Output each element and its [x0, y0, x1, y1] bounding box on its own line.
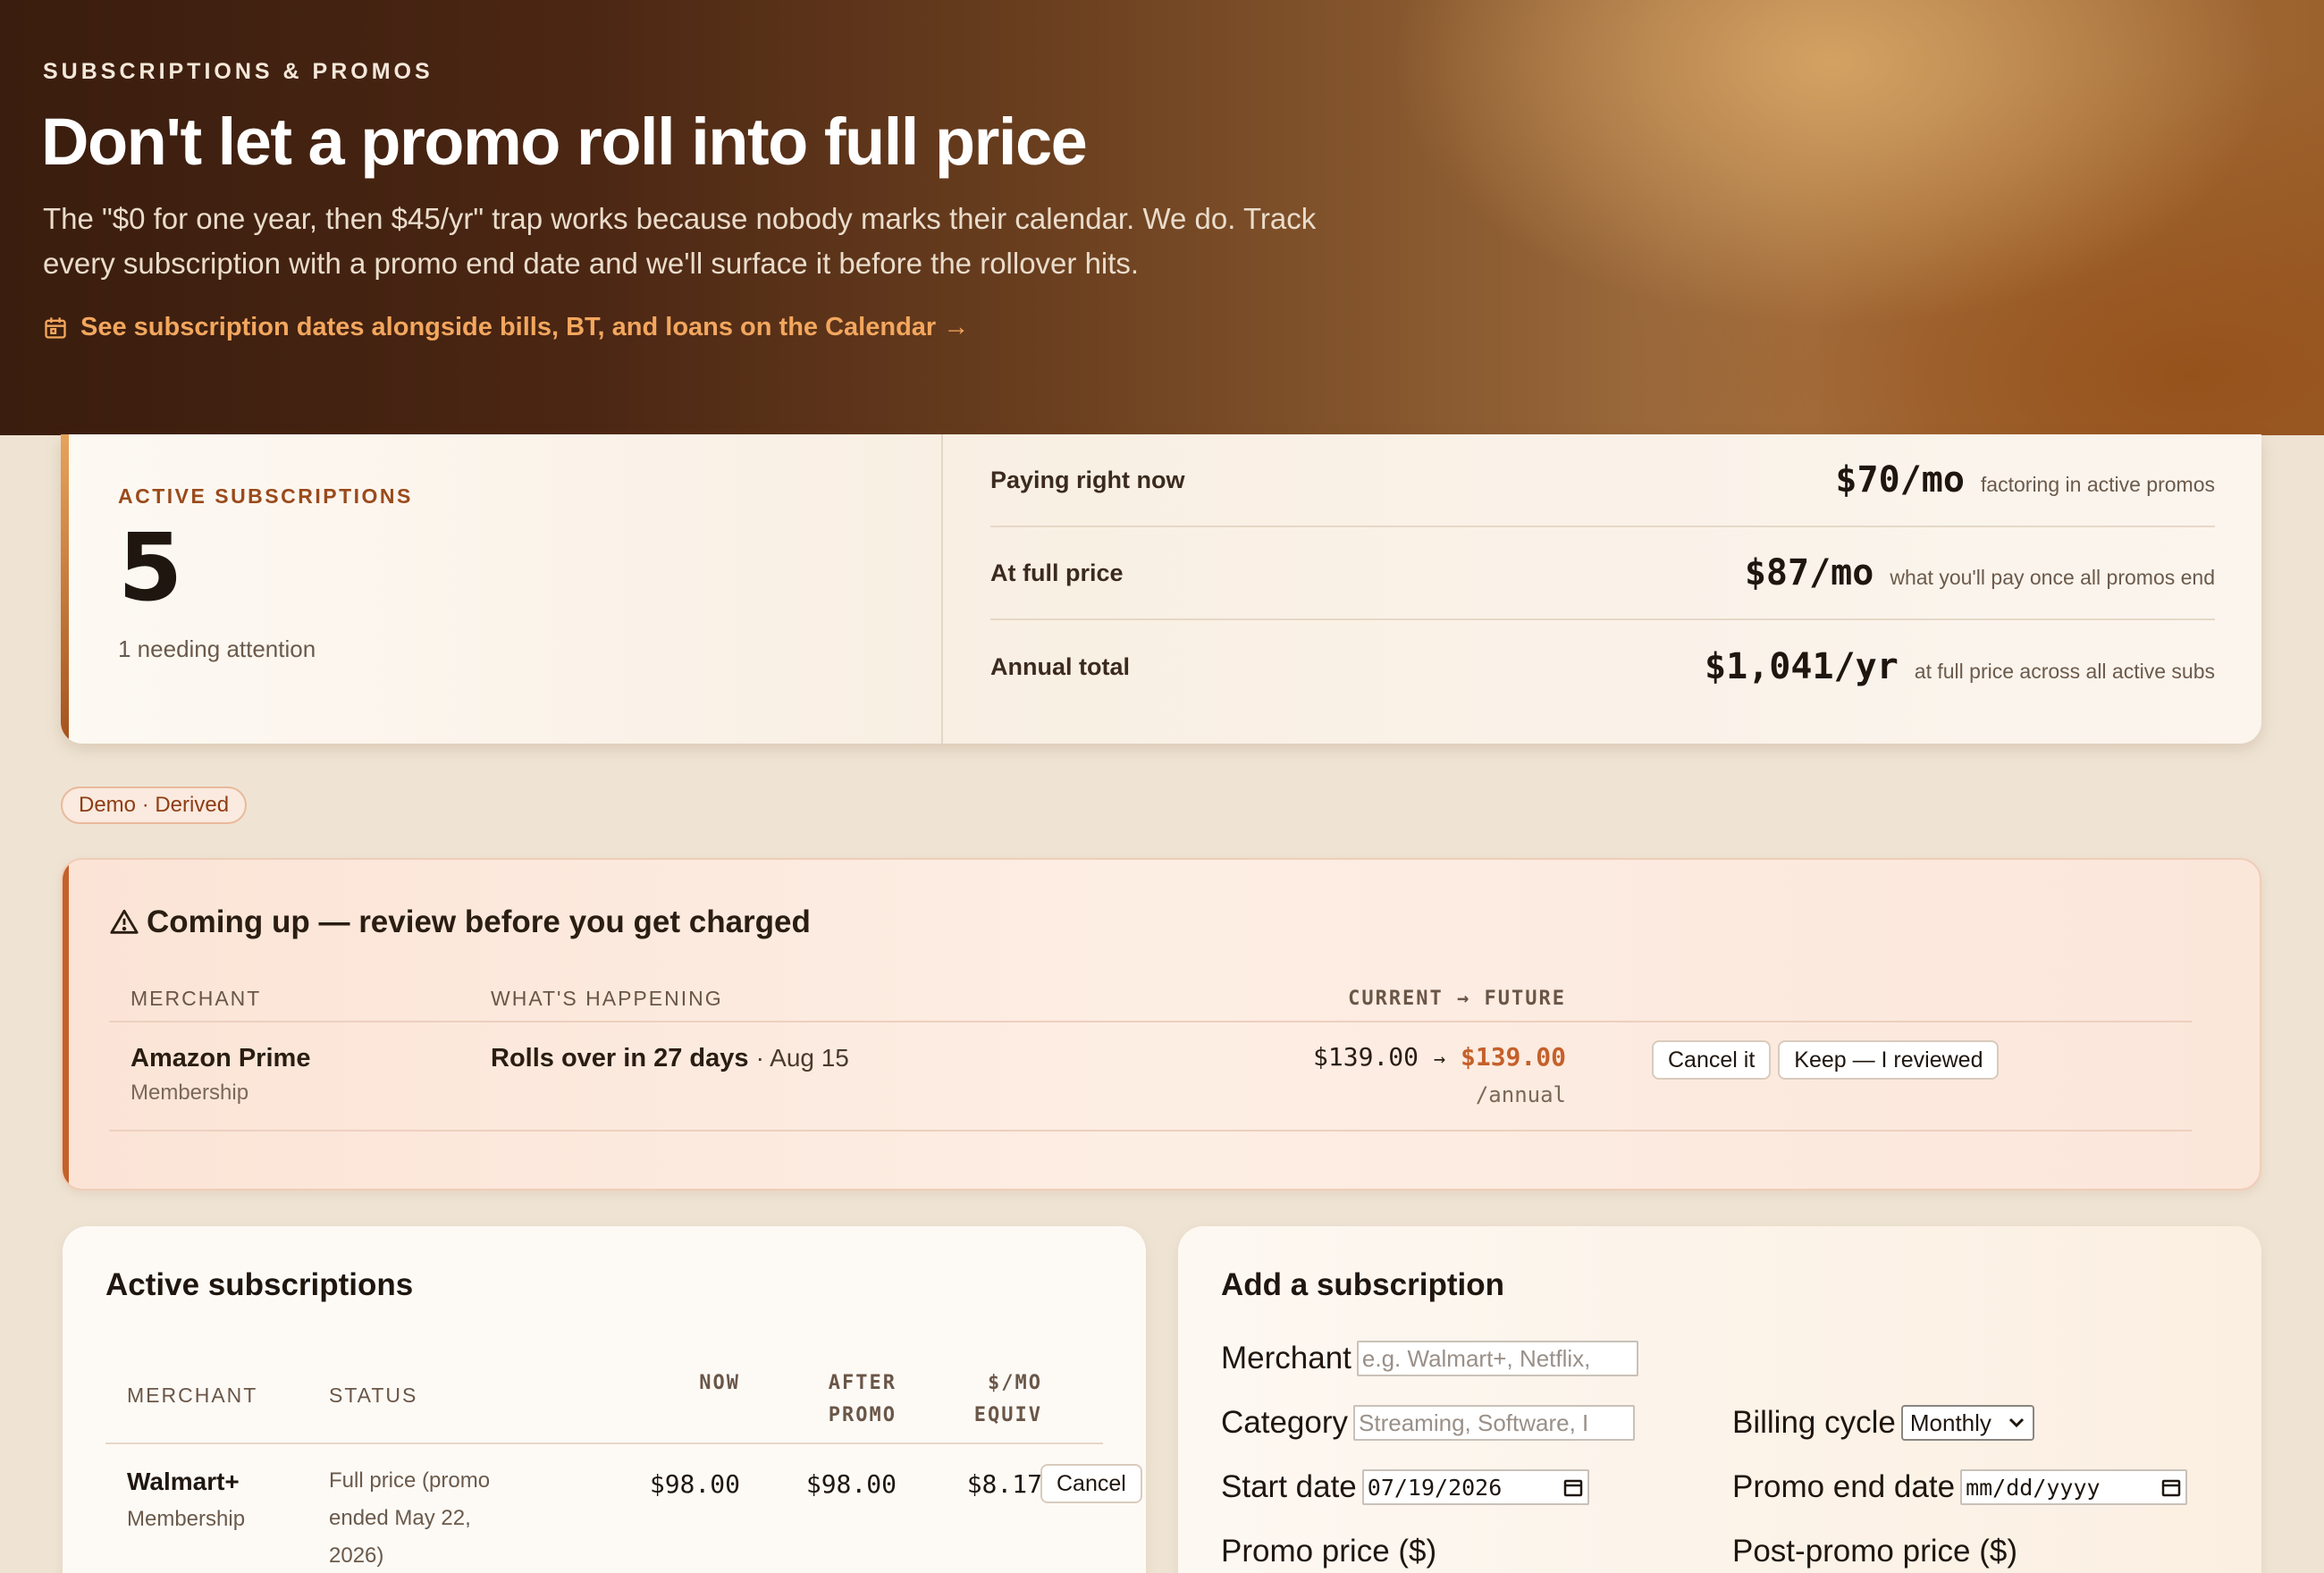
- col-after-promo: AFTER PROMO: [758, 1367, 897, 1432]
- stat-value: $1,041/yr: [1705, 646, 1899, 687]
- monthly-equiv: $8.17: [966, 1469, 1042, 1499]
- col-merchant: MERCHANT: [127, 1384, 258, 1407]
- stat-value: $87/mo: [1744, 552, 1874, 593]
- add-subscription-card: Add a subscription Merchant e.g. Walmart…: [1178, 1226, 2261, 1573]
- arrow-icon: →: [1433, 1048, 1446, 1071]
- table-row: Amazon Prime Membership Rolls over in 27…: [109, 1022, 2192, 1131]
- now-price: $98.00: [649, 1469, 740, 1499]
- alert-title-text: Coming up — review before you get charge…: [147, 904, 811, 939]
- col-whats-happening: WHAT'S HAPPENING: [491, 986, 723, 1010]
- category-input[interactable]: Streaming, Software, I: [1353, 1405, 1636, 1441]
- calendar-link-label[interactable]: See subscription dates alongside bills, …: [80, 313, 969, 342]
- alert-title: Coming up — review before you get charge…: [109, 904, 811, 940]
- warning-icon: [110, 909, 139, 934]
- table-header: MERCHANT STATUS NOW AFTER PROMO $/MO EQU…: [105, 1351, 1103, 1444]
- col-monthly-equiv: $/MO EQUIV: [910, 1367, 1042, 1432]
- col-current-future: CURRENT → FUTURE: [1348, 987, 1566, 1010]
- col-equiv-line2: EQUIV: [973, 1404, 1042, 1426]
- stat-note: factoring in active promos: [1980, 473, 2215, 496]
- col-merchant: MERCHANT: [131, 986, 262, 1010]
- category-label: Category: [1221, 1405, 1349, 1440]
- chevron-down-icon: [2008, 1417, 2024, 1428]
- stats-accent-bar: [61, 434, 69, 744]
- status-text: Full price (promo ended May 22, 2026): [329, 1468, 491, 1568]
- stat-value: $70/mo: [1835, 459, 1965, 500]
- upcoming-table: MERCHANT WHAT'S HAPPENING CURRENT → FUTU…: [109, 976, 2192, 1131]
- merchant-input[interactable]: e.g. Walmart+, Netflix,: [1356, 1341, 1638, 1376]
- start-date-row: Start date 07/19/2026: [1221, 1469, 1589, 1505]
- start-date-label: Start date: [1221, 1469, 1357, 1504]
- stat-note: what you'll pay once all promos end: [1890, 566, 2215, 589]
- after-promo-price: $98.00: [805, 1469, 897, 1499]
- table-header: MERCHANT WHAT'S HAPPENING CURRENT → FUTU…: [109, 976, 2192, 1022]
- merchant-name: Amazon Prime: [131, 1044, 311, 1072]
- upcoming-alert-card: Coming up — review before you get charge…: [61, 858, 2261, 1190]
- add-subscription-title: Add a subscription: [1221, 1267, 1504, 1302]
- active-subscriptions-title: Active subscriptions: [105, 1267, 414, 1302]
- promo-price-row: Promo price ($): [1221, 1534, 1436, 1569]
- col-equiv-line1: $/MO: [988, 1372, 1042, 1394]
- col-status: STATUS: [329, 1384, 418, 1407]
- billing-cycle-value: Monthly: [1909, 1409, 1991, 1436]
- stat-label: Annual total: [990, 652, 1130, 680]
- promo-end-value: mm/dd/yyyy: [1966, 1474, 2101, 1501]
- merchant-name: Walmart+: [127, 1468, 240, 1495]
- calendar-icon: [2161, 1479, 2181, 1497]
- stat-annual-total: Annual total $1,041/yr at full price acr…: [990, 620, 2215, 713]
- active-count: 5: [118, 513, 183, 622]
- keep-reviewed-button[interactable]: Keep — I reviewed: [1778, 1040, 2000, 1080]
- col-after-line2: PROMO: [828, 1404, 897, 1426]
- alert-accent-bar: [63, 860, 69, 1189]
- active-subscriptions-card: Active subscriptions MERCHANT STATUS NOW…: [63, 1226, 1146, 1573]
- merchant-label: Merchant: [1221, 1341, 1351, 1375]
- start-date-input[interactable]: 07/19/2026: [1361, 1469, 1589, 1505]
- stat-note: at full price across all active subs: [1914, 660, 2215, 683]
- post-promo-row: Post-promo price ($): [1732, 1534, 2017, 1569]
- merchant-row: Merchant e.g. Walmart+, Netflix,: [1221, 1341, 1638, 1376]
- current-price: $139.00: [1313, 1042, 1419, 1072]
- billing-row: Billing cycle Monthly: [1732, 1405, 2034, 1441]
- demo-badge: Demo · Derived: [61, 786, 248, 824]
- post-promo-label: Post-promo price ($): [1732, 1534, 2017, 1569]
- promo-price-label: Promo price ($): [1221, 1534, 1437, 1569]
- hero-eyebrow: SUBSCRIPTIONS & PROMOS: [43, 59, 434, 84]
- page-title: Don't let a promo roll into full price: [41, 105, 1088, 179]
- attention-count: 1 needing attention: [118, 635, 316, 662]
- calendar-icon: [1563, 1479, 1583, 1497]
- subscriptions-table: MERCHANT STATUS NOW AFTER PROMO $/MO EQU…: [105, 1351, 1142, 1573]
- promo-end-label: Promo end date: [1732, 1469, 1956, 1504]
- calendar-icon: [45, 316, 66, 339]
- hero-description: The "$0 for one year, then $45/yr" trap …: [43, 202, 1317, 280]
- stat-label: Paying right now: [990, 466, 1185, 493]
- merchant-category: Membership: [131, 1081, 249, 1105]
- billing-cycle-label: Billing cycle: [1732, 1405, 1896, 1440]
- cancel-it-button[interactable]: Cancel it: [1652, 1040, 1772, 1080]
- merchant-category: Membership: [127, 1507, 246, 1531]
- billing-period: /annual: [1475, 1082, 1566, 1107]
- stat-paying-now: Paying right now $70/mo factoring in act…: [990, 434, 2215, 527]
- category-row: Category Streaming, Software, I: [1221, 1405, 1636, 1441]
- stats-summary: Paying right now $70/mo factoring in act…: [990, 434, 2215, 713]
- stats-card: ACTIVE SUBSCRIPTIONS 5 1 needing attenti…: [61, 434, 2261, 744]
- table-row: Walmart+ Membership Full price (promo en…: [105, 1444, 1142, 1573]
- promo-end-input[interactable]: mm/dd/yyyy: [1960, 1469, 2188, 1505]
- stats-divider: [941, 434, 943, 744]
- col-now: NOW: [699, 1372, 740, 1394]
- future-price: $139.00: [1460, 1042, 1566, 1072]
- cancel-button[interactable]: Cancel: [1040, 1464, 1142, 1503]
- rollover-text: Rolls over in 27 days: [491, 1044, 749, 1072]
- stat-full-price: At full price $87/mo what you'll pay onc…: [990, 527, 2215, 620]
- rollover-date: · Aug 15: [755, 1044, 849, 1072]
- col-after-line1: AFTER: [828, 1372, 897, 1394]
- billing-cycle-select[interactable]: Monthly: [1900, 1405, 2034, 1441]
- promo-end-row: Promo end date mm/dd/yyyy: [1732, 1469, 2188, 1505]
- start-date-value: 07/19/2026: [1367, 1474, 1503, 1501]
- calendar-link[interactable]: See subscription dates alongside bills, …: [43, 313, 969, 342]
- stat-label: At full price: [990, 559, 1124, 586]
- hero-banner: SUBSCRIPTIONS & PROMOS Don't let a promo…: [0, 0, 2324, 435]
- stats-eyebrow: ACTIVE SUBSCRIPTIONS: [118, 484, 413, 508]
